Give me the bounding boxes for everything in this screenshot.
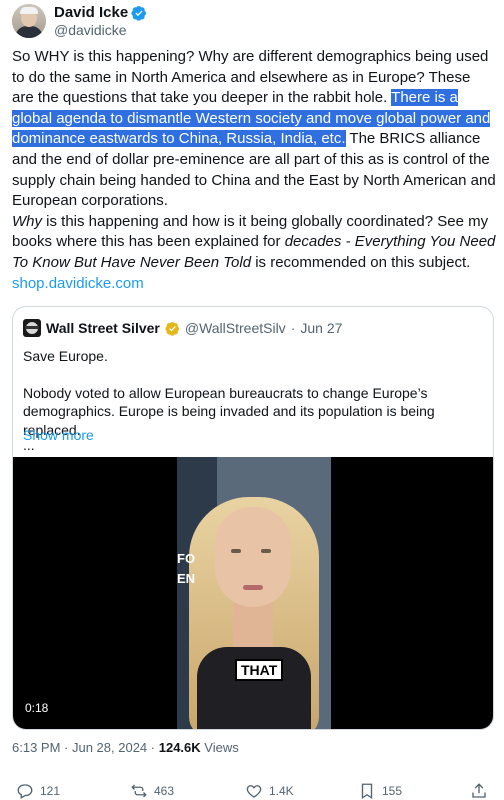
post-body: So WHY is this happening? Why are differ… xyxy=(12,47,496,294)
verified-badge-icon xyxy=(131,6,147,21)
video-caption: THAT xyxy=(235,659,284,681)
quote-handle[interactable]: @WallStreetSilv xyxy=(185,320,286,336)
shop-link[interactable]: shop.davidicke.com xyxy=(12,275,144,292)
reply-count: 121 xyxy=(40,784,61,798)
post-text-italic: Why xyxy=(12,212,42,230)
author-name[interactable]: David Icke xyxy=(54,4,128,22)
tweet-header: David Icke @davidicke xyxy=(12,0,492,40)
like-button[interactable]: 1.4K xyxy=(245,782,294,800)
view-count: 124.6K xyxy=(158,740,201,755)
repost-button[interactable]: 463 xyxy=(130,782,174,800)
share-icon xyxy=(472,783,486,798)
reply-icon xyxy=(17,784,33,799)
quoted-tweet[interactable]: Wall Street Silver @WallStreetSilv · Jun… xyxy=(12,306,494,730)
tweet-date[interactable]: Jun 28, 2024 xyxy=(72,740,147,755)
author-avatar[interactable] xyxy=(12,4,46,38)
video-duration: 0:18 xyxy=(25,701,49,715)
like-count: 1.4K xyxy=(269,784,294,798)
gold-verified-badge-icon xyxy=(165,321,179,336)
bookmark-icon xyxy=(361,783,373,800)
post-text-part: is recommended on this subject. xyxy=(251,253,471,271)
author-name-row[interactable]: David Icke xyxy=(54,4,147,22)
quote-avatar[interactable] xyxy=(23,319,41,337)
quote-date[interactable]: Jun 27 xyxy=(300,320,342,336)
tweet-time[interactable]: 6:13 PM xyxy=(12,740,60,755)
repost-count: 463 xyxy=(154,784,175,798)
video-background-text: FO EN xyxy=(177,551,196,586)
tweet-meta: 6:13 PM · Jun 28, 2024 · 124.6K Views xyxy=(12,740,239,755)
quote-line: Save Europe. xyxy=(23,348,108,364)
quote-header: Wall Street Silver @WallStreetSilv · Jun… xyxy=(23,319,342,337)
bookmark-button[interactable]: 155 xyxy=(358,782,402,800)
show-more-link[interactable]: Show more xyxy=(23,427,94,443)
repost-icon xyxy=(131,784,147,798)
quote-author-name[interactable]: Wall Street Silver xyxy=(46,320,160,336)
share-button[interactable] xyxy=(470,782,488,800)
quote-separator: · xyxy=(290,320,296,336)
author-handle[interactable]: @davidicke xyxy=(54,22,127,39)
video-player[interactable]: FO EN THAT 0:18 xyxy=(13,457,493,729)
reply-button[interactable]: 121 xyxy=(16,782,60,800)
video-frame: FO EN THAT xyxy=(177,457,331,729)
action-bar: 121 463 1.4K 155 xyxy=(12,782,492,800)
views-label: Views xyxy=(204,740,239,755)
heart-icon xyxy=(246,785,262,798)
bookmark-count: 155 xyxy=(382,784,403,798)
